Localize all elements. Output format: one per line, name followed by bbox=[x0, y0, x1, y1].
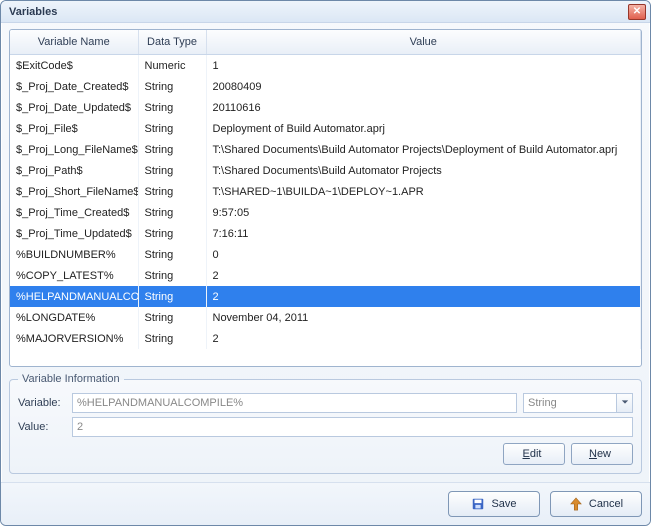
cell-name: $_Proj_Time_Updated$ bbox=[10, 223, 138, 244]
save-label: Save bbox=[491, 498, 516, 510]
table-row[interactable]: $_Proj_Path$StringT:\Shared Documents\Bu… bbox=[10, 160, 641, 181]
cell-value: 2 bbox=[206, 265, 641, 286]
variables-table-scroll[interactable]: Variable Name Data Type Value $ExitCode$… bbox=[10, 30, 641, 366]
cell-name: $_Proj_Date_Updated$ bbox=[10, 97, 138, 118]
cell-type: String bbox=[138, 181, 206, 202]
table-row[interactable]: $_Proj_Long_FileName$StringT:\Shared Doc… bbox=[10, 139, 641, 160]
titlebar: Variables ✕ bbox=[1, 1, 650, 23]
variables-table-container: Variable Name Data Type Value $ExitCode$… bbox=[9, 29, 642, 367]
cell-value: 2 bbox=[206, 286, 641, 307]
cancel-icon bbox=[569, 497, 583, 511]
new-rest: ew bbox=[597, 448, 611, 460]
cell-type: String bbox=[138, 286, 206, 307]
cell-value: Deployment of Build Automator.aprj bbox=[206, 118, 641, 139]
variable-value-input bbox=[72, 417, 633, 437]
table-row[interactable]: $_Proj_Short_FileName$StringT:\SHARED~1\… bbox=[10, 181, 641, 202]
table-row[interactable]: $ExitCode$Numeric1 bbox=[10, 55, 641, 77]
cell-name: $_Proj_Date_Created$ bbox=[10, 76, 138, 97]
value-row: Value: bbox=[18, 417, 633, 437]
cell-type: Numeric bbox=[138, 55, 206, 77]
save-icon bbox=[471, 497, 485, 511]
cell-type: String bbox=[138, 139, 206, 160]
variable-type-select[interactable] bbox=[523, 393, 633, 413]
cell-value: November 04, 2011 bbox=[206, 307, 641, 328]
variable-information-group: Variable Information Variable: Value: bbox=[9, 373, 642, 474]
cancel-label: Cancel bbox=[589, 498, 623, 510]
cell-type: String bbox=[138, 160, 206, 181]
cell-value: 1 bbox=[206, 55, 641, 77]
edit-rest: dit bbox=[530, 448, 542, 460]
save-button[interactable]: Save bbox=[448, 491, 540, 517]
dropdown-button[interactable] bbox=[616, 394, 632, 412]
new-button[interactable]: New bbox=[571, 443, 633, 465]
variable-information-legend: Variable Information bbox=[18, 373, 124, 385]
cell-name: %HELPANDMANUALCOMPILE% bbox=[10, 286, 138, 307]
col-header-type[interactable]: Data Type bbox=[138, 30, 206, 55]
value-label: Value: bbox=[18, 421, 66, 433]
cell-name: %BUILDNUMBER% bbox=[10, 244, 138, 265]
cell-type: String bbox=[138, 202, 206, 223]
edit-mnemonic: E bbox=[523, 448, 530, 460]
cell-value: 20080409 bbox=[206, 76, 641, 97]
table-row[interactable]: $_Proj_Time_Updated$String7:16:11 bbox=[10, 223, 641, 244]
table-row[interactable]: %COPY_LATEST%String2 bbox=[10, 265, 641, 286]
cell-name: $ExitCode$ bbox=[10, 55, 138, 77]
cell-value: T:\Shared Documents\Build Automator Proj… bbox=[206, 139, 641, 160]
cell-type: String bbox=[138, 76, 206, 97]
cell-name: $_Proj_Long_FileName$ bbox=[10, 139, 138, 160]
cell-type: String bbox=[138, 265, 206, 286]
cell-value: 9:57:05 bbox=[206, 202, 641, 223]
cell-type: String bbox=[138, 118, 206, 139]
cell-value: 2 bbox=[206, 328, 641, 349]
table-row[interactable]: $_Proj_Date_Created$String20080409 bbox=[10, 76, 641, 97]
cell-value: T:\Shared Documents\Build Automator Proj… bbox=[206, 160, 641, 181]
table-row[interactable]: %HELPANDMANUALCOMPILE%String2 bbox=[10, 286, 641, 307]
cell-name: %MAJORVERSION% bbox=[10, 328, 138, 349]
table-row[interactable]: $_Proj_File$StringDeployment of Build Au… bbox=[10, 118, 641, 139]
close-icon: ✕ bbox=[633, 6, 641, 17]
cell-type: String bbox=[138, 328, 206, 349]
variables-dialog: Variables ✕ Variable Name Data Type Valu… bbox=[0, 0, 651, 526]
window-title: Variables bbox=[9, 6, 628, 18]
cell-name: %LONGDATE% bbox=[10, 307, 138, 328]
cell-value: 7:16:11 bbox=[206, 223, 641, 244]
variable-row: Variable: bbox=[18, 393, 633, 413]
col-header-name[interactable]: Variable Name bbox=[10, 30, 138, 55]
close-button[interactable]: ✕ bbox=[628, 4, 646, 20]
cell-name: %COPY_LATEST% bbox=[10, 265, 138, 286]
new-mnemonic: N bbox=[589, 448, 597, 460]
cell-type: String bbox=[138, 307, 206, 328]
cell-type: String bbox=[138, 223, 206, 244]
dialog-footer: Save Cancel bbox=[1, 482, 650, 525]
col-header-value[interactable]: Value bbox=[206, 30, 641, 55]
table-row[interactable]: $_Proj_Date_Updated$String20110616 bbox=[10, 97, 641, 118]
cell-value: 20110616 bbox=[206, 97, 641, 118]
chevron-down-icon bbox=[621, 397, 629, 409]
cell-value: T:\SHARED~1\BUILDA~1\DEPLOY~1.APR bbox=[206, 181, 641, 202]
cell-value: 0 bbox=[206, 244, 641, 265]
cell-type: String bbox=[138, 97, 206, 118]
edit-button[interactable]: Edit bbox=[503, 443, 565, 465]
cell-type: String bbox=[138, 244, 206, 265]
cell-name: $_Proj_File$ bbox=[10, 118, 138, 139]
cell-name: $_Proj_Path$ bbox=[10, 160, 138, 181]
cell-name: $_Proj_Short_FileName$ bbox=[10, 181, 138, 202]
table-row[interactable]: $_Proj_Time_Created$String9:57:05 bbox=[10, 202, 641, 223]
variable-name-input bbox=[72, 393, 517, 413]
table-row[interactable]: %MAJORVERSION%String2 bbox=[10, 328, 641, 349]
table-row[interactable]: %LONGDATE%StringNovember 04, 2011 bbox=[10, 307, 641, 328]
variables-table: Variable Name Data Type Value $ExitCode$… bbox=[10, 30, 641, 349]
cell-name: $_Proj_Time_Created$ bbox=[10, 202, 138, 223]
variable-label: Variable: bbox=[18, 397, 66, 409]
info-buttons: Edit New bbox=[18, 443, 633, 465]
table-row[interactable]: %BUILDNUMBER%String0 bbox=[10, 244, 641, 265]
table-header-row: Variable Name Data Type Value bbox=[10, 30, 641, 55]
cancel-button[interactable]: Cancel bbox=[550, 491, 642, 517]
content-area: Variable Name Data Type Value $ExitCode$… bbox=[1, 23, 650, 482]
